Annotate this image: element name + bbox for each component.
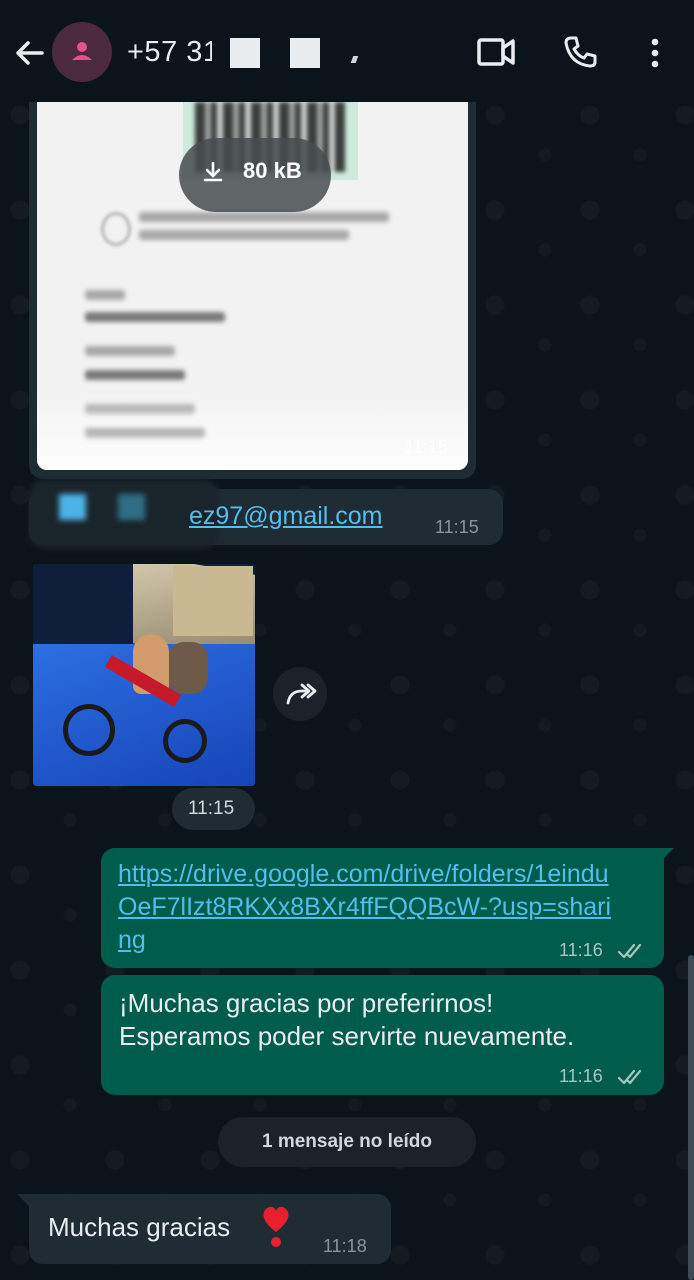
user-icon: [72, 42, 92, 60]
message-time: 11:16: [559, 1066, 603, 1086]
forward-icon: [286, 683, 317, 705]
video-call-icon[interactable]: [476, 36, 516, 68]
redaction-block: [290, 38, 320, 68]
download-icon: [203, 161, 223, 182]
outgoing-thanks-message[interactable]: ¡Muchas gracias por preferirnos! Esperam…: [101, 975, 664, 1095]
phone-icon[interactable]: [562, 34, 598, 70]
blurred-text: [85, 312, 225, 322]
contact-name-text: +57 3: [127, 36, 203, 68]
forward-button[interactable]: [273, 667, 327, 721]
more-vert-icon[interactable]: [650, 38, 660, 68]
message-time: 11:15: [188, 798, 235, 819]
thumb-person: [168, 642, 208, 694]
thumb-window: [173, 566, 253, 636]
message-time: 11:16: [559, 940, 603, 960]
message-time: 11:15: [404, 437, 448, 457]
blurred-text: [139, 230, 349, 240]
message-text: Muchas gracias: [48, 1212, 231, 1242]
blurred-text: [85, 370, 185, 380]
message-line: ¡Muchas gracias por preferirnos!: [119, 988, 494, 1018]
email-message[interactable]: ez97@gmail.com 11:15: [29, 479, 503, 549]
redaction-block: [230, 38, 260, 68]
back-arrow-icon[interactable]: [12, 36, 46, 70]
blurred-text: [85, 290, 125, 300]
video-time-pill: 11:15: [172, 788, 255, 830]
bubble-tail: [660, 848, 674, 862]
blurred-text: [139, 212, 389, 222]
message-time: 11:18: [323, 1236, 367, 1256]
download-button[interactable]: 80 kB: [179, 138, 331, 212]
redaction-mark: [350, 56, 359, 63]
double-check-icon: [617, 1069, 642, 1085]
blurred-text: [85, 346, 175, 356]
shield-icon: [101, 212, 131, 246]
outgoing-link-message[interactable]: https://drive.google.com/drive/folders/1…: [101, 848, 664, 968]
scrollbar[interactable]: [688, 955, 694, 1280]
thumb-wheel: [63, 704, 115, 756]
incoming-message[interactable]: Muchas gracias ❣️ 11:18: [29, 1194, 391, 1264]
message-text: ¡Muchas gracias por preferirnos! Esperam…: [119, 987, 639, 1053]
unread-label: 1 mensaje no leído: [262, 1131, 432, 1152]
unread-divider: 1 mensaje no leído: [218, 1117, 476, 1167]
redaction-block: [59, 494, 86, 520]
email-link[interactable]: ez97@gmail.com: [189, 502, 383, 531]
thumb-wheel: [163, 719, 207, 763]
contact-name[interactable]: +57 31: [127, 36, 212, 69]
contact-name-partial: 1: [202, 36, 212, 68]
drive-link[interactable]: https://drive.google.com/drive/folders/1…: [118, 858, 618, 957]
image-fade: [37, 390, 468, 470]
video-thumbnail[interactable]: [33, 564, 255, 786]
redaction-block: [118, 494, 145, 520]
download-size: 80 kB: [243, 158, 302, 183]
message-time: 11:15: [435, 517, 479, 537]
avatar[interactable]: [52, 22, 112, 82]
heart-exclamation-emoji: ❣️: [263, 1206, 289, 1247]
double-check-icon: [617, 943, 642, 959]
message-line: Esperamos poder servirte nuevamente.: [119, 1021, 575, 1051]
image-message[interactable]: 11:15 80 kB: [29, 102, 476, 479]
chat-header: +57 31: [0, 0, 694, 104]
